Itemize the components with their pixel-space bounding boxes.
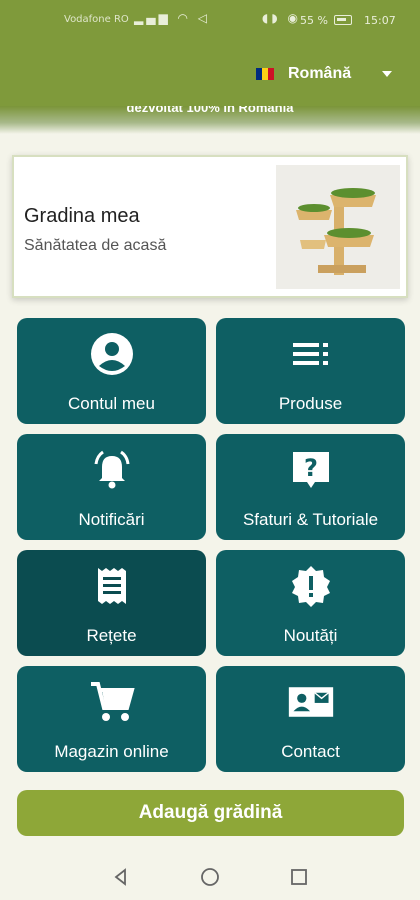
bell-icon — [88, 446, 136, 494]
contact-button[interactable]: Contact — [216, 666, 405, 772]
products-label: Produse — [278, 394, 343, 413]
carrier-name: Vodafone RO — [64, 14, 129, 25]
planter-image — [276, 165, 400, 289]
online-shop-button[interactable]: Magazin online — [17, 666, 206, 772]
cart-icon — [88, 678, 136, 726]
notifications-button[interactable]: Notificări — [17, 434, 206, 540]
recipes-label: Rețete — [86, 626, 137, 645]
receipt-icon — [88, 562, 136, 610]
back-icon[interactable] — [110, 866, 132, 888]
help-icon: ? — [287, 446, 335, 494]
language-selector[interactable]: Română — [256, 62, 392, 86]
headphone-eye-icons: ◖◗ ◉ — [262, 11, 301, 25]
hero-title: Gradina mea — [24, 205, 140, 227]
hero-subtitle: Sănătatea de acasă — [24, 237, 167, 254]
hero-card: Gradina mea Sănătatea de acasă — [12, 155, 408, 298]
add-garden-button[interactable]: Adaugă grădină — [17, 790, 404, 836]
account-label: Contul meu — [68, 394, 155, 413]
clock: 15:07 — [364, 14, 396, 27]
battery-percent: 55 % — [300, 14, 328, 27]
battery-icon — [334, 15, 352, 25]
contact-label: Contact — [281, 742, 340, 761]
news-label: Noutăți — [283, 626, 338, 645]
language-label: Română — [288, 65, 352, 82]
tips-tutorials-button[interactable]: ? Sfaturi & Tutoriale — [216, 434, 405, 540]
top-app-bar: Română — [0, 40, 420, 106]
list-icon — [287, 330, 335, 378]
recents-icon[interactable] — [288, 866, 310, 888]
online-shop-label: Magazin online — [54, 742, 169, 761]
banner-text: dezvoltat 100% în România — [126, 106, 294, 115]
chevron-down-icon — [382, 71, 392, 77]
system-nav-bar — [0, 854, 420, 900]
account-icon — [88, 330, 136, 378]
romania-flag-icon — [256, 68, 274, 80]
signal-wifi-icons: ▂▄▆ ◠ ◁ — [134, 11, 211, 25]
alert-badge-icon — [287, 562, 335, 610]
status-bar: Vodafone RO ▂▄▆ ◠ ◁ ◖◗ ◉ 55 % 15:07 — [0, 0, 420, 40]
products-button[interactable]: Produse — [216, 318, 405, 424]
contact-card-icon — [287, 678, 335, 726]
recipes-button[interactable]: Rețete — [17, 550, 206, 656]
notifications-label: Notificări — [78, 510, 145, 529]
tips-tutorials-label: Sfaturi & Tutoriale — [242, 510, 379, 529]
news-button[interactable]: Noutăți — [216, 550, 405, 656]
svg-text:?: ? — [304, 454, 318, 482]
home-icon[interactable] — [199, 866, 221, 888]
account-button[interactable]: Contul meu — [17, 318, 206, 424]
origin-banner: dezvoltat 100% în România — [0, 106, 420, 134]
